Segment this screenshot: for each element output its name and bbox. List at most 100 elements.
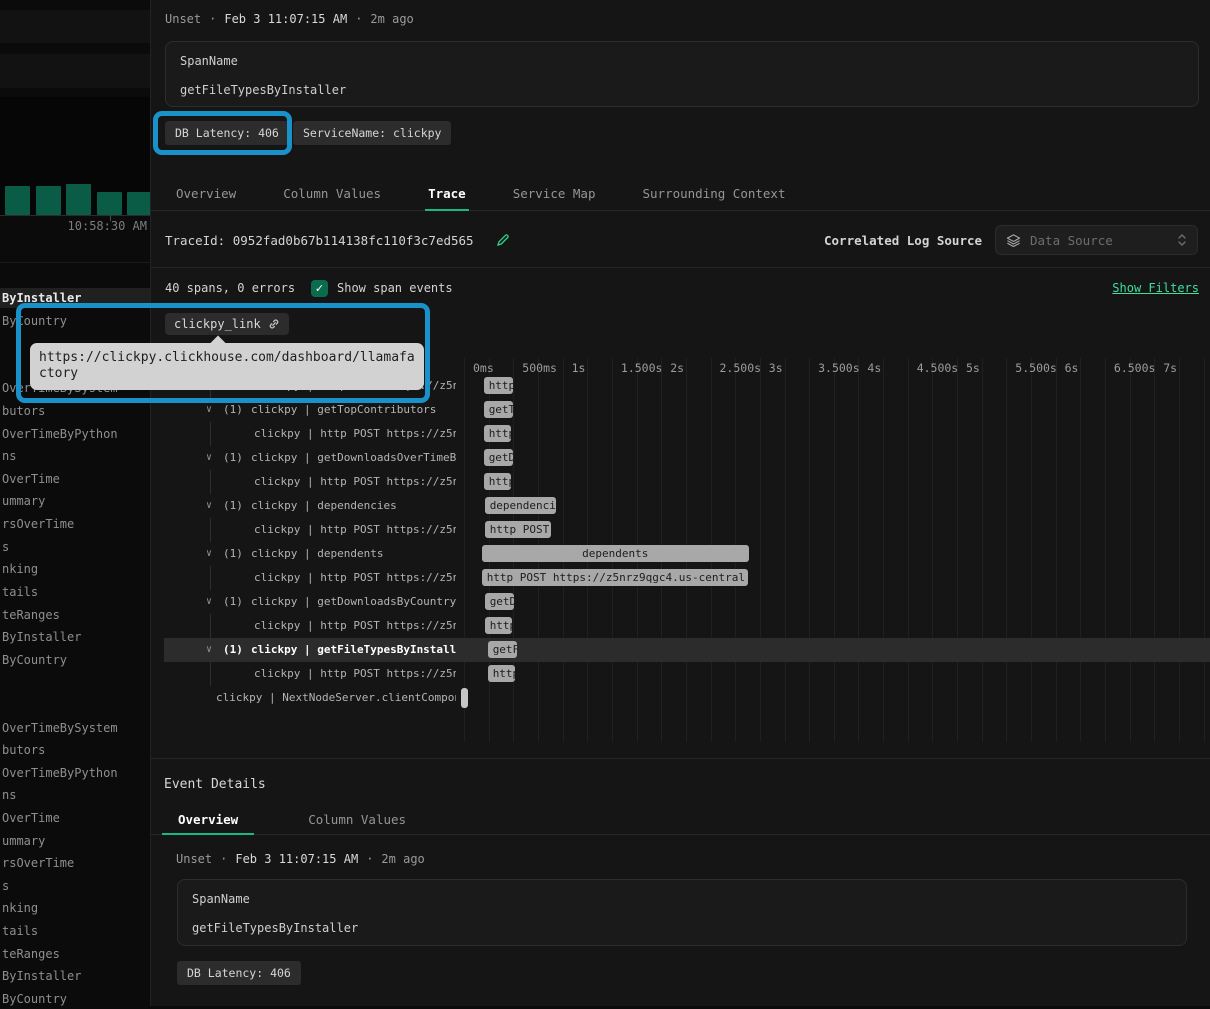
background-row: [0, 54, 150, 88]
strip-list-item[interactable]: rsOverTime: [0, 514, 150, 534]
span-name-cell: ∨(1)clickpy | getDownloadsOverTimeByS: [164, 446, 456, 470]
spans-summary: 40 spans, 0 errors: [165, 281, 295, 295]
strip-list-item[interactable]: s: [0, 537, 150, 557]
chevron-down-icon[interactable]: ∨: [206, 638, 212, 662]
data-source-select[interactable]: Data Source: [995, 225, 1198, 255]
waterfall-row[interactable]: ∨(1)clickpy | dependentsdependents: [164, 542, 1210, 566]
show-span-events-checkbox[interactable]: ✓: [311, 280, 328, 297]
chevron-down-icon[interactable]: ∨: [206, 542, 212, 566]
span-name-cell: ∨(1)clickpy | getFileTypesByInstaller: [164, 638, 456, 662]
strip-list-item[interactable]: butors: [0, 740, 150, 760]
chevron-down-icon[interactable]: ∨: [206, 590, 212, 614]
service-name-badge[interactable]: ServiceName: clickpy: [293, 121, 451, 145]
strip-list-item[interactable]: tails: [0, 921, 150, 941]
waterfall-row[interactable]: clickpy | http POST https://z5nrz9qgc4.u…: [164, 470, 1210, 494]
chevron-down-icon[interactable]: ∨: [206, 398, 212, 422]
tab-overview[interactable]: Overview: [176, 178, 236, 210]
waterfall-row[interactable]: clickpy | http POST https://z5nrz9qgc4.u…: [164, 614, 1210, 638]
histogram-axis: [0, 215, 150, 216]
strip-list-item[interactable]: ByInstaller: [0, 627, 150, 647]
strip-list-item[interactable]: ByCountry: [0, 650, 150, 670]
span-duration-bar[interactable]: getFileTypesByInstaller: [488, 641, 518, 658]
span-duration-bar[interactable]: http POST https://z5nrz9qgc4.us-central: [484, 425, 511, 442]
waterfall-row[interactable]: ∨(1)clickpy | dependencies dependencies: [164, 494, 1210, 518]
divider: [151, 267, 1210, 268]
strip-list-item[interactable]: [0, 672, 150, 692]
strip-list-item[interactable]: OverTimeByPython: [0, 424, 150, 444]
tab-surrounding-context[interactable]: Surrounding Context: [643, 178, 786, 210]
span-duration-bar[interactable]: http POST https://z5nrz9qgc4.us-central: [484, 377, 514, 394]
waterfall-row[interactable]: ∨(1)clickpy | getDownloadsByCountrygetDo…: [164, 590, 1210, 614]
waterfall-row[interactable]: ∨(1)clickpy | getFileTypesByInstaller get…: [164, 638, 1210, 662]
waterfall-row[interactable]: clickpy | http POST https://z5nrz9qgc4.u…: [164, 566, 1210, 590]
strip-list-item[interactable]: ns: [0, 785, 150, 805]
waterfall-row[interactable]: clickpy | http POST https://z5nrz9qgc4.u…: [164, 518, 1210, 542]
tab-column-values[interactable]: Column Values: [283, 178, 381, 210]
waterfall-row[interactable]: ∨(1)clickpy | getDownloadsOverTimeByS get…: [164, 446, 1210, 470]
strip-list-item[interactable]: ummary: [0, 491, 150, 511]
strip-list-item[interactable]: ByInstaller: [0, 288, 150, 308]
show-filters-link[interactable]: Show Filters: [1112, 281, 1199, 295]
strip-list-item[interactable]: tails: [0, 582, 150, 602]
span-duration-bar[interactable]: [461, 688, 468, 708]
span-duration-bar[interactable]: http POST https://z5nrz9qgc4.us-central: [485, 617, 512, 634]
strip-list-item[interactable]: teRanges: [0, 944, 150, 964]
histogram-bar[interactable]: [97, 192, 122, 215]
histogram-bar[interactable]: [36, 186, 61, 215]
strip-list-item[interactable]: OverTimeByPython: [0, 763, 150, 783]
span-name-value: getFileTypesByInstaller: [192, 921, 1172, 935]
span-duration-bar[interactable]: getDownloadsByCountry: [485, 593, 515, 610]
span-name-value: getFileTypesByInstaller: [180, 83, 1184, 97]
span-duration-bar[interactable]: http POST https://z5nrz9qgc4.us-central: [484, 473, 511, 490]
tree-guide-line: [210, 422, 211, 446]
span-duration-bar[interactable]: dependencies: [485, 497, 556, 514]
span-name-cell: clickpy | http POST https://z5nrz9qgc4.u…: [164, 614, 456, 638]
span-duration-bar[interactable]: http POST https://z5nrz9qgc4.us-central: [488, 665, 515, 682]
show-span-events-label[interactable]: Show span events: [337, 281, 453, 295]
strip-list-item[interactable]: OverTime: [0, 469, 150, 489]
db-latency-badge[interactable]: DB Latency: 406: [177, 961, 301, 985]
strip-list-item[interactable]: s: [0, 876, 150, 896]
histogram-bar[interactable]: [127, 192, 152, 215]
strip-list-item[interactable]: ByCountry: [0, 311, 150, 331]
span-duration-bar[interactable]: getDownloadsOverTimeByS: [484, 449, 514, 466]
strip-list-item[interactable]: teRanges: [0, 605, 150, 625]
span-duration-bar[interactable]: dependents: [482, 545, 749, 562]
strip-list-item[interactable]: OverTime: [0, 808, 150, 828]
span-count-prefix: (1): [223, 398, 243, 422]
db-latency-badge[interactable]: DB Latency: 406: [165, 121, 289, 145]
span-name-cell: ∨(1)clickpy | dependencies: [164, 494, 456, 518]
clickpy-link-badge[interactable]: clickpy_link: [165, 313, 289, 335]
strip-list-item[interactable]: nking: [0, 898, 150, 918]
strip-list-item[interactable]: ummary: [0, 831, 150, 851]
chevron-down-icon[interactable]: ∨: [206, 494, 212, 518]
waterfall-row[interactable]: clickpy | NextNodeServer.clientCompone: [164, 686, 1210, 710]
strip-list-item[interactable]: [0, 695, 150, 715]
waterfall-axis-label: 2.500s: [720, 361, 762, 375]
tab-service-map[interactable]: Service Map: [513, 178, 596, 210]
histogram-bar[interactable]: [5, 186, 30, 215]
waterfall-row[interactable]: clickpy | http POST https://z5nrz9qgc4.u…: [164, 662, 1210, 686]
waterfall-axis-label: 2s: [670, 361, 684, 375]
edit-icon[interactable]: [496, 233, 510, 247]
span-duration-bar[interactable]: http POST: [485, 521, 551, 538]
event-tab-column-values[interactable]: Column Values: [292, 806, 422, 834]
waterfall-row[interactable]: clickpy | http POST https://z5nrz9qgc4.u…: [164, 422, 1210, 446]
span-name-label: clickpy | getFileTypesByInstaller: [251, 638, 456, 662]
relative-time: 2m ago: [381, 852, 424, 866]
background-page-strip: 10:58:30 AM ByInstallerByCountryOverTime…: [0, 0, 150, 1006]
chevron-down-icon[interactable]: ∨: [206, 446, 212, 470]
strip-list-item[interactable]: ByInstaller: [0, 966, 150, 986]
strip-list-item[interactable]: OverTimeBySystem: [0, 718, 150, 738]
histogram-bar[interactable]: [66, 184, 91, 215]
strip-list-item[interactable]: butors: [0, 401, 150, 421]
span-name-key: SpanName: [192, 892, 1172, 906]
strip-list-item[interactable]: ns: [0, 446, 150, 466]
waterfall-row[interactable]: ∨(1)clickpy | getTopContributorsgetTopCo…: [164, 398, 1210, 422]
tab-trace[interactable]: Trace: [428, 178, 466, 210]
strip-list-item[interactable]: nking: [0, 559, 150, 579]
span-duration-bar[interactable]: http POST https://z5nrz9qgc4.us-central: [482, 569, 748, 586]
strip-list-item[interactable]: rsOverTime: [0, 853, 150, 873]
event-tab-overview[interactable]: Overview: [162, 806, 254, 834]
span-duration-bar[interactable]: getTopContributors: [484, 401, 514, 418]
